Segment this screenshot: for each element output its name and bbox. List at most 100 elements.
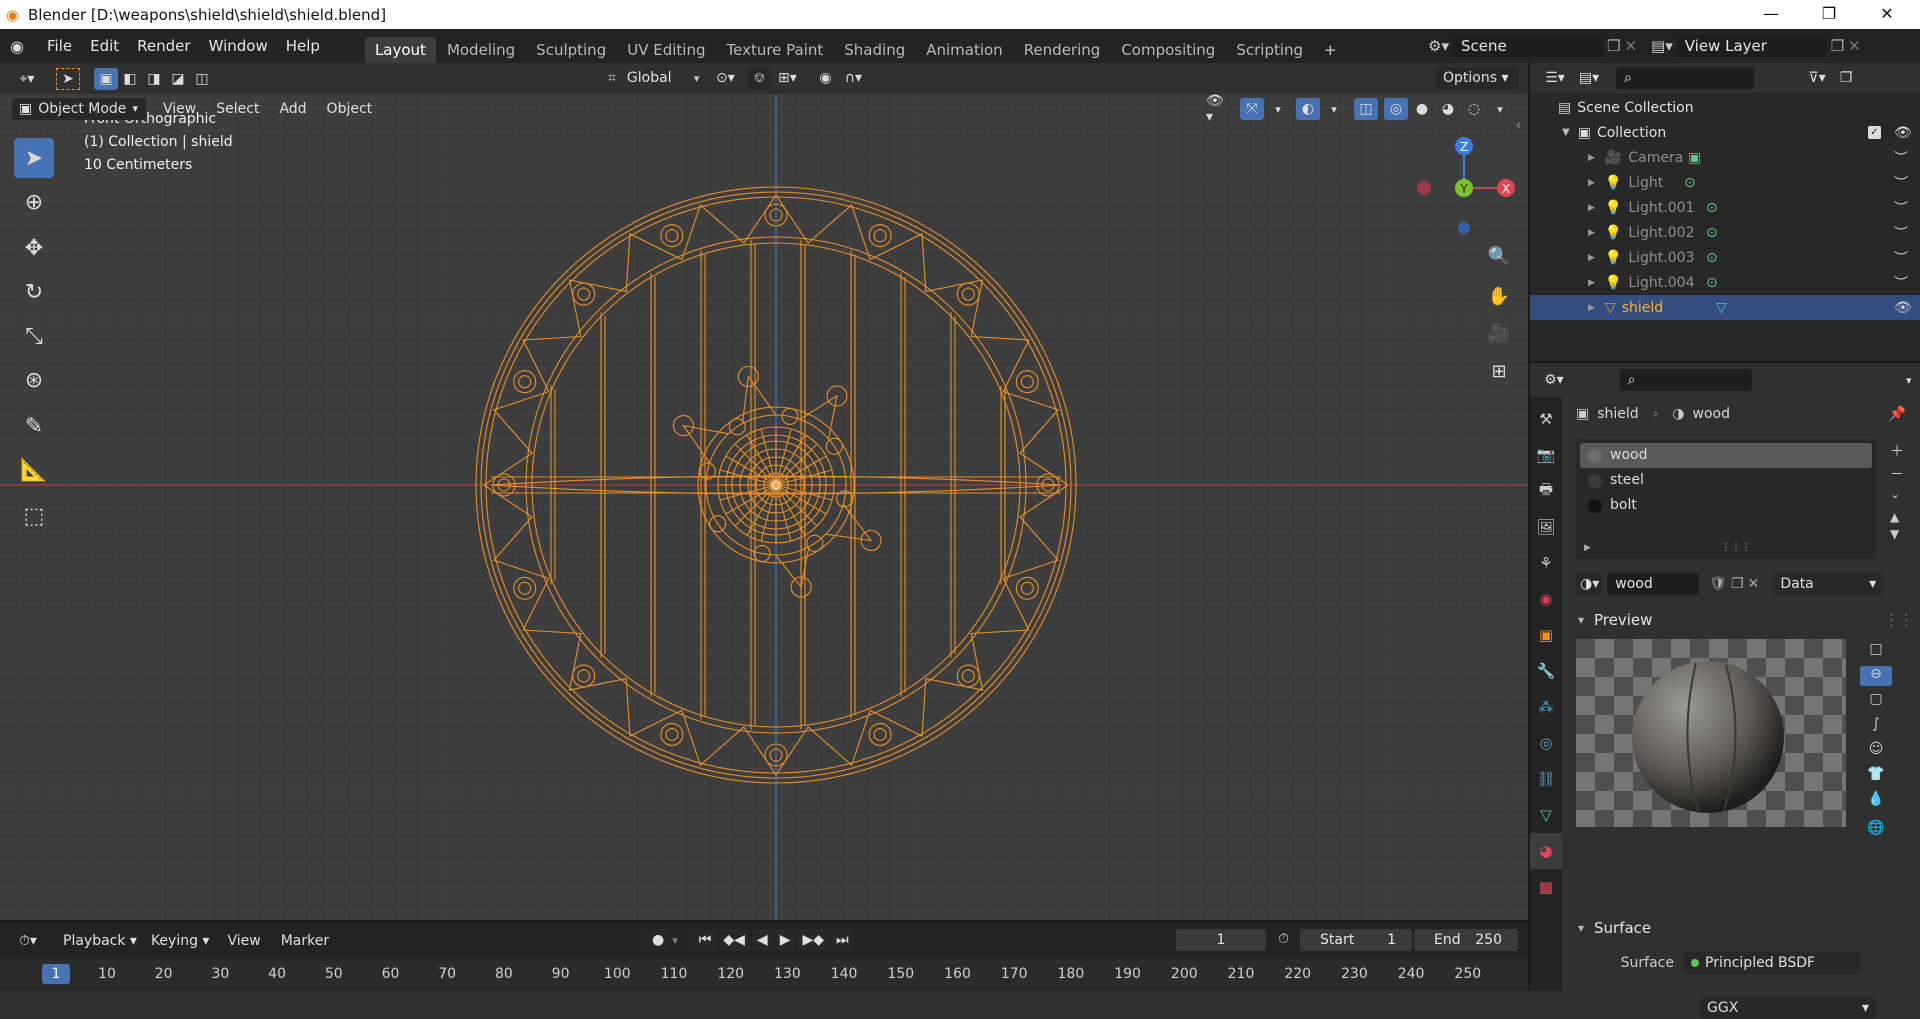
zoom-icon[interactable]: 🔍	[1484, 241, 1514, 271]
play-reverse-icon[interactable]: ◀	[751, 929, 773, 951]
maximize-button[interactable]: ❐	[1800, 0, 1858, 29]
move-down-icon[interactable]: ▼	[1890, 527, 1904, 541]
expand-arrow-icon[interactable]: ▶	[1588, 178, 1595, 188]
menu-help[interactable]: Help	[277, 29, 329, 63]
select-mode-subtract-icon[interactable]: ◨	[142, 68, 166, 90]
preview-cloth-icon[interactable]: 👕	[1860, 766, 1892, 786]
pin-icon[interactable]: 📌	[1889, 406, 1906, 422]
distribution-dropdown[interactable]: GGX ▾	[1700, 997, 1876, 1019]
menu-file[interactable]: File	[38, 29, 81, 63]
timeline-view-menu[interactable]: View	[220, 930, 267, 952]
material-slot-steel[interactable]: steel	[1580, 468, 1872, 493]
select-mode-intersect-icon[interactable]: ◫	[190, 68, 214, 90]
browse-material-icon[interactable]: ◑▾	[1576, 573, 1604, 595]
material-shading-icon[interactable]: ◕	[1436, 98, 1460, 120]
exclude-checkbox[interactable]: ✓	[1868, 126, 1881, 139]
new-view-layer-icon[interactable]: ❐	[1831, 37, 1844, 55]
properties-search-input[interactable]: ⌕	[1619, 369, 1752, 391]
delete-scene-icon[interactable]: ✕	[1624, 37, 1637, 55]
rendered-shading-icon[interactable]: ◌	[1462, 98, 1486, 120]
tab-sculpting[interactable]: Sculpting	[526, 37, 616, 63]
physics-tab-icon[interactable]: ◎	[1530, 725, 1562, 761]
new-material-icon[interactable]: ❐	[1731, 576, 1744, 592]
view-menu[interactable]: View	[156, 98, 203, 120]
blender-menu-icon[interactable]: ◉	[10, 37, 38, 56]
annotate-tool-icon[interactable]: ✎	[14, 406, 54, 446]
minimize-button[interactable]: —	[1742, 0, 1800, 29]
tab-uv-editing[interactable]: UV Editing	[617, 37, 715, 63]
hidden-eye-icon[interactable]: ︶	[1894, 223, 1908, 243]
gizmo-toggle-icon[interactable]: ⤧	[1240, 98, 1264, 120]
shading-options-icon[interactable]: ▾	[1488, 98, 1512, 120]
transform-tool-icon[interactable]: ⊛	[14, 360, 54, 400]
view-layer-field[interactable]: View Layer	[1676, 35, 1827, 57]
move-up-icon[interactable]: ▲	[1890, 510, 1904, 524]
select-tool-icon[interactable]: ➤	[56, 67, 80, 90]
measure-tool-icon[interactable]: 📐	[14, 450, 54, 490]
material-slot-bolt[interactable]: bolt	[1580, 493, 1872, 518]
panel-drag-icon[interactable]: ⋮⋮	[1884, 605, 1914, 635]
play-icon[interactable]: ▶	[774, 929, 796, 951]
new-collection-icon[interactable]: ❐	[1834, 67, 1858, 89]
pivot-point-icon[interactable]: ⊙▾	[713, 67, 737, 89]
gizmo-neg-x-icon[interactable]	[1417, 181, 1431, 195]
preview-flat-icon[interactable]: □	[1860, 641, 1892, 661]
scale-tool-icon[interactable]: ⤡	[14, 316, 54, 356]
world-tab-icon[interactable]: ◉	[1530, 581, 1562, 617]
tab-compositing[interactable]: Compositing	[1111, 37, 1225, 63]
overlays-options-icon[interactable]: ▾	[1322, 98, 1346, 120]
menu-edit[interactable]: Edit	[81, 29, 128, 63]
orientation-dropdown[interactable]: Global	[620, 67, 690, 89]
options-dropdown[interactable]: Options ▾	[1436, 67, 1518, 89]
pan-hand-icon[interactable]: ✋	[1484, 281, 1514, 311]
properties-editor-type-icon[interactable]: ⚙▾	[1538, 369, 1570, 391]
render-tab-icon[interactable]: 📷	[1530, 437, 1562, 473]
navigation-gizmo[interactable]: Z X Y	[1400, 124, 1520, 234]
preview-monkey-icon[interactable]: ☺	[1860, 741, 1892, 761]
expand-list-icon[interactable]: ▶	[1584, 543, 1591, 553]
outliner-item-light-002[interactable]: ▶ 💡 Light.002 ⊙ ︶	[1530, 220, 1920, 245]
3d-viewport[interactable]: Front Orthographic (1) Collection | shie…	[0, 94, 1528, 920]
modifier-tab-icon[interactable]: 🔧	[1530, 653, 1562, 689]
solid-shading-icon[interactable]: ●	[1410, 98, 1434, 120]
list-resize-icon[interactable]: ⋮⋮⋮	[1721, 542, 1751, 553]
next-keyframe-icon[interactable]: ▶◆	[797, 929, 830, 951]
fake-user-icon[interactable]: 🛡	[1709, 576, 1727, 592]
tab-layout[interactable]: Layout	[364, 37, 436, 63]
new-scene-icon[interactable]: ❐	[1607, 37, 1620, 55]
scene-collection-row[interactable]: ▤ Scene Collection	[1530, 95, 1920, 120]
camera-data-icon[interactable]: ▣	[1688, 150, 1701, 166]
mode-dropdown[interactable]: ▣ Object Mode ▾	[12, 98, 146, 120]
tab-animation[interactable]: Animation	[916, 37, 1012, 63]
select-mode-new-icon[interactable]: ▣	[94, 67, 118, 90]
preview-panel-header[interactable]: Preview ⋮⋮	[1570, 605, 1920, 635]
preview-world-icon[interactable]: 🌐	[1860, 820, 1892, 840]
select-mode-invert-icon[interactable]: ◪	[166, 68, 190, 90]
jump-end-icon[interactable]: ⏭	[831, 929, 854, 951]
preview-sphere-icon[interactable]: ⊖	[1860, 666, 1892, 686]
ortho-toggle-icon[interactable]: ⊞	[1484, 356, 1514, 386]
tab-shading[interactable]: Shading	[834, 37, 915, 63]
snap-target-icon[interactable]: ⊞▾	[775, 67, 799, 89]
cursor-tool-icon[interactable]: ⊕	[14, 182, 54, 222]
constraints-tab-icon[interactable]: ⛓	[1530, 761, 1562, 797]
preview-cube-icon[interactable]: ▢	[1860, 691, 1892, 711]
record-keyframe-icon[interactable]: ●	[646, 929, 671, 951]
surface-shader-field[interactable]: Principled BSDF	[1684, 952, 1860, 974]
display-mode-icon[interactable]: ▤▾	[1572, 67, 1606, 89]
start-frame-field[interactable]: Start 1	[1300, 929, 1412, 951]
add-workspace-icon[interactable]: +	[1314, 37, 1347, 63]
output-tab-icon[interactable]: 🖶	[1530, 473, 1562, 509]
object-menu[interactable]: Object	[320, 98, 380, 120]
tab-scripting[interactable]: Scripting	[1226, 37, 1313, 63]
light-data-icon[interactable]: ⊙	[1706, 250, 1718, 266]
hidden-eye-icon[interactable]: ︶	[1894, 198, 1908, 218]
tool-tab-icon[interactable]: ⚒	[1530, 401, 1562, 437]
marker-menu[interactable]: Marker	[274, 930, 336, 952]
overlays-toggle-icon[interactable]: ◐	[1296, 98, 1320, 120]
light-data-icon[interactable]: ⊙	[1706, 200, 1718, 216]
add-slot-icon[interactable]: ＋	[1890, 441, 1904, 461]
outliner-item-light-004[interactable]: ▶ 💡 Light.004 ⊙ ︶	[1530, 270, 1920, 295]
outliner-item-camera[interactable]: ▶ 🎥 Camera ▣ ︶	[1530, 145, 1920, 170]
preview-hair-icon[interactable]: ∫	[1860, 716, 1892, 736]
